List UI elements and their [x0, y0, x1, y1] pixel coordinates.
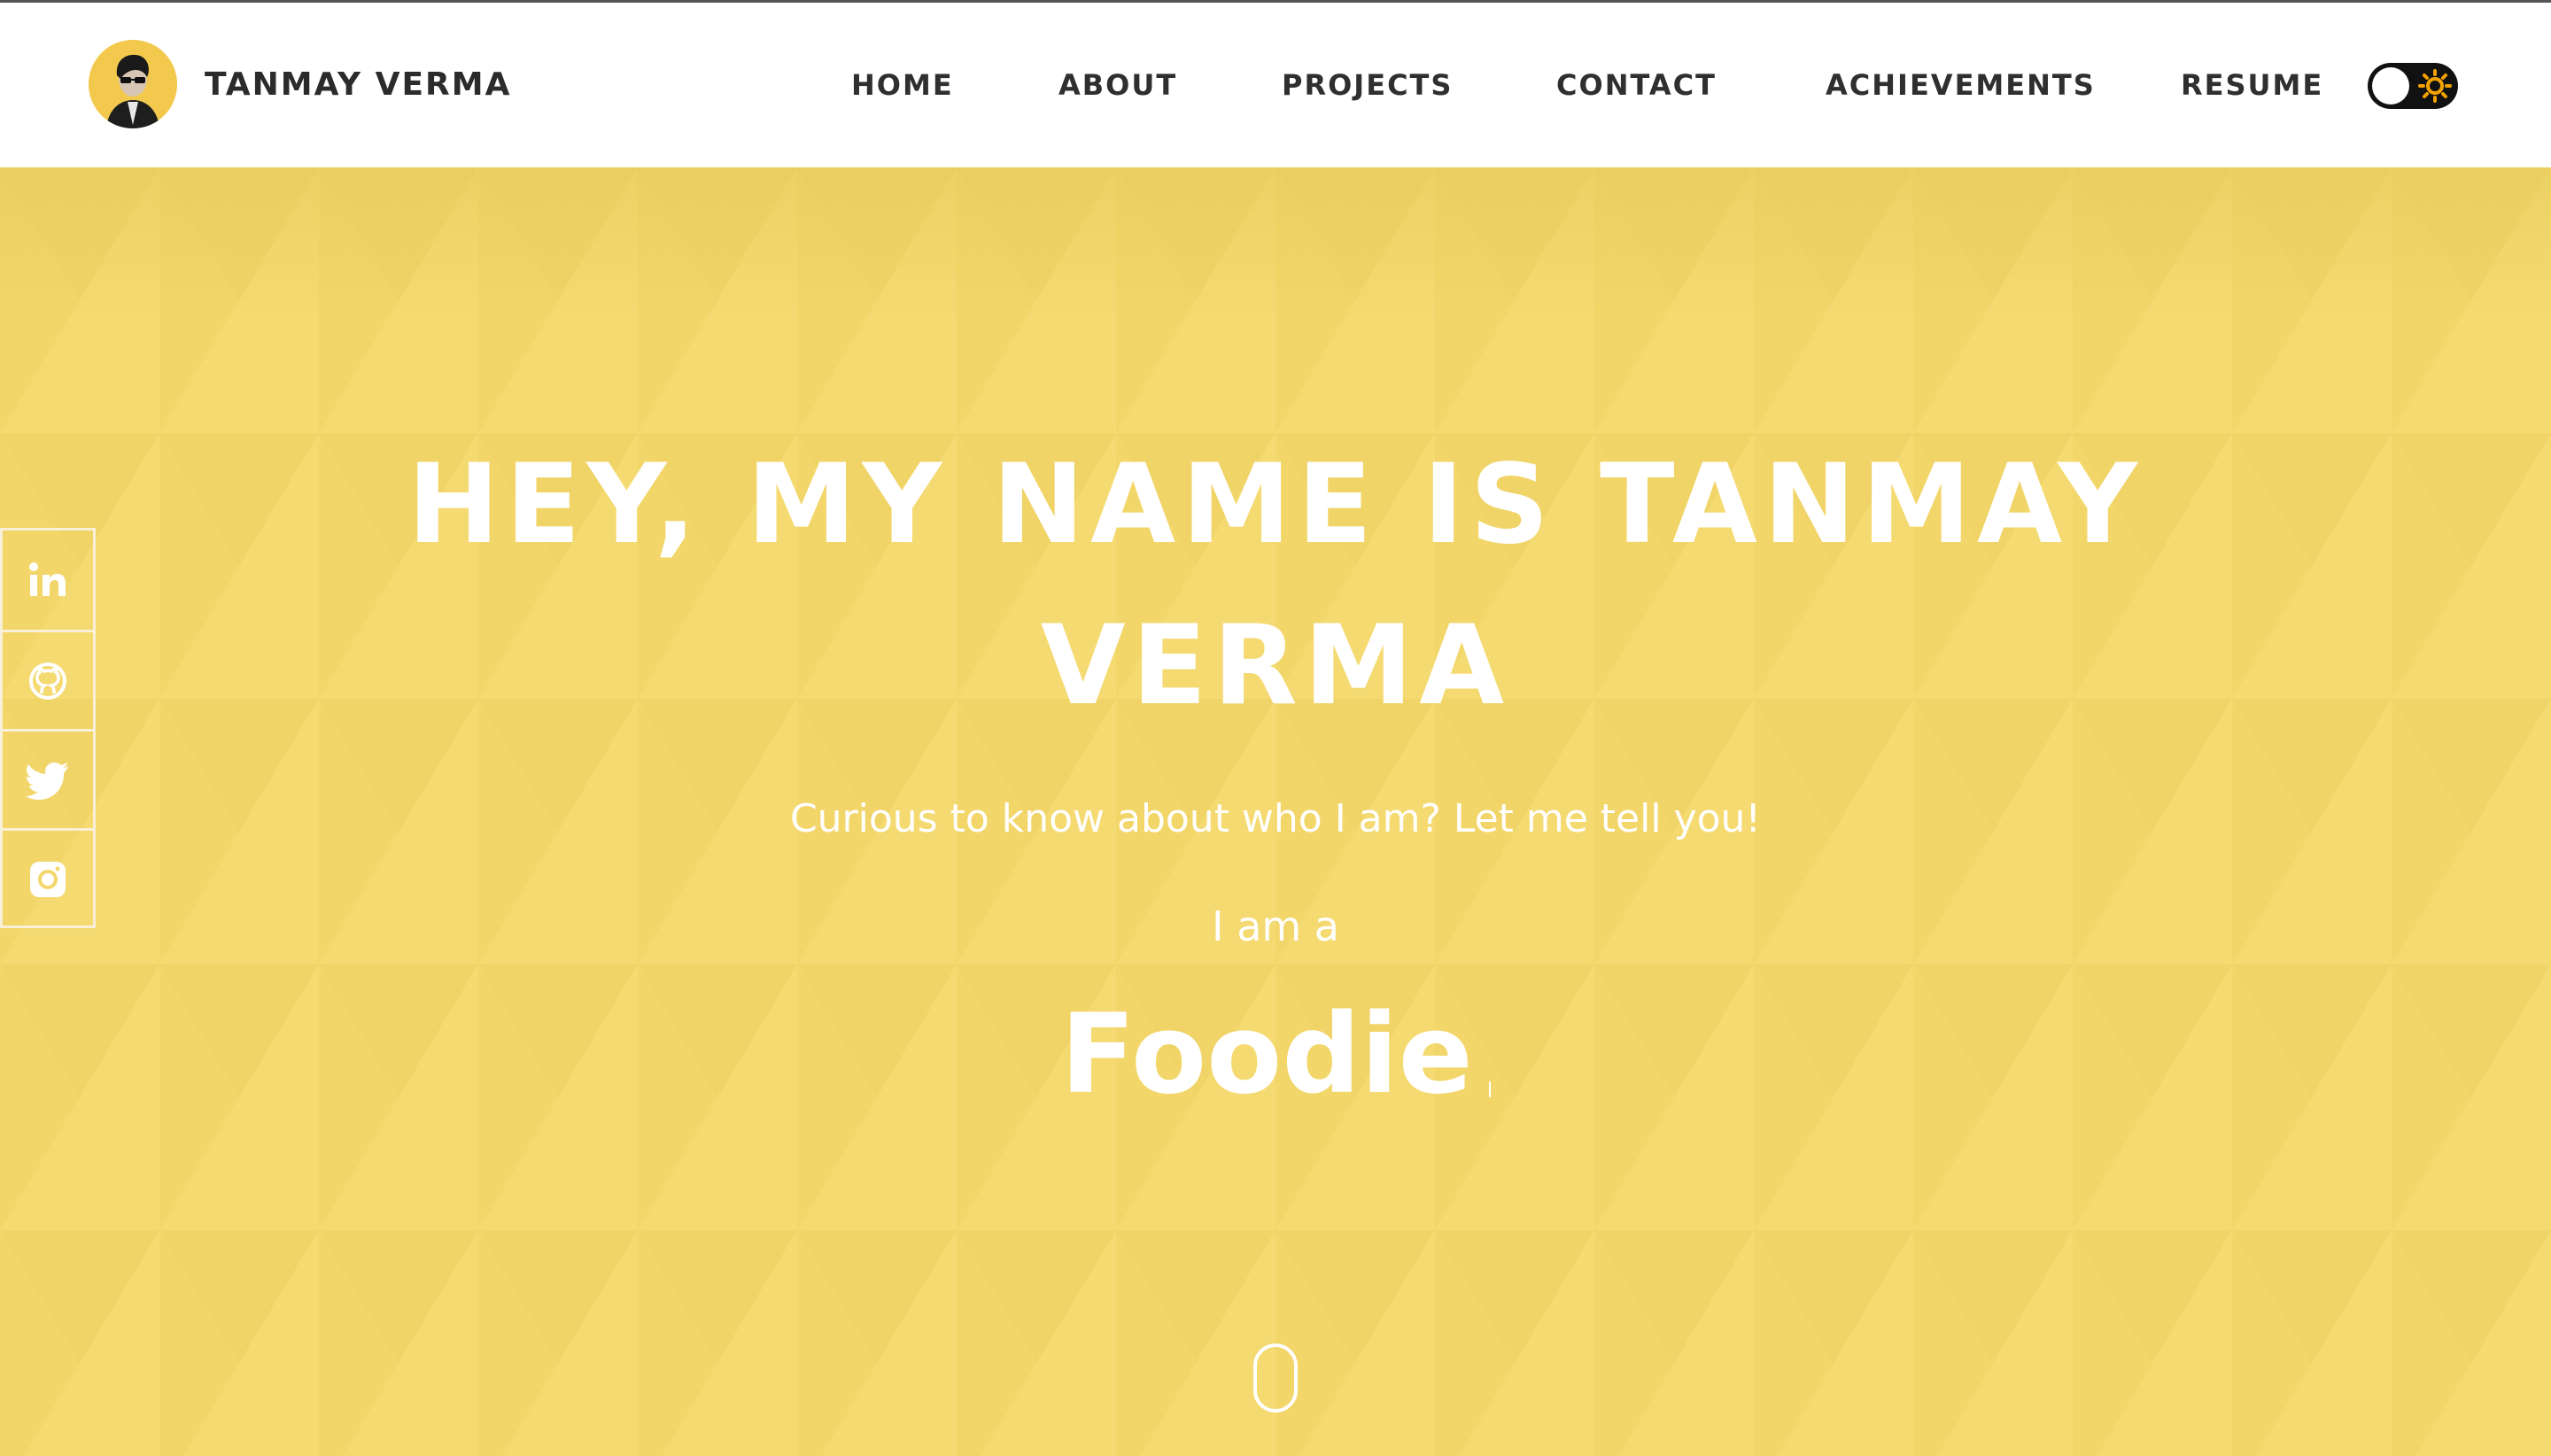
hero-title-line-1: HEY, MY NAME IS TANMAY	[407, 441, 2144, 569]
hero-title-line-2: VERMA	[1040, 602, 1511, 730]
nav-contact[interactable]: CONTACT	[1556, 68, 1717, 102]
nav-resume[interactable]: RESUME	[2181, 68, 2323, 102]
toggle-knob	[2372, 67, 2409, 105]
instagram-icon	[30, 861, 66, 897]
nav-home[interactable]: HOME	[851, 68, 954, 102]
site-header: TANMAY VERMA HOME ABOUT PROJECTS CONTACT…	[0, 3, 2551, 167]
theme-toggle[interactable]	[2368, 63, 2458, 109]
scroll-down-mouse-icon[interactable]	[1253, 1344, 1298, 1413]
typing-cursor	[1488, 1081, 1491, 1097]
twitter-icon	[26, 762, 68, 800]
social-sidebar	[0, 528, 96, 928]
nav-achievements[interactable]: ACHIEVEMENTS	[1826, 68, 2096, 102]
main-nav: HOME ABOUT PROJECTS CONTACT ACHIEVEMENTS…	[0, 3, 2551, 167]
hero-role-text: Foodie	[1060, 991, 1473, 1119]
social-instagram[interactable]	[3, 828, 93, 927]
nav-projects[interactable]: PROJECTS	[1282, 68, 1453, 102]
hero-section: HEY, MY NAME IS TANMAY VERMA Curious to …	[0, 167, 2551, 1456]
social-linkedin[interactable]	[3, 531, 93, 630]
social-twitter[interactable]	[3, 729, 93, 828]
github-icon	[29, 662, 66, 700]
hero-intro: I am a	[1212, 902, 1339, 950]
hero-role-typed: Foodie	[0, 991, 2551, 1119]
linkedin-icon	[29, 562, 66, 596]
social-github[interactable]	[3, 630, 93, 729]
hero-subtitle: Curious to know about who I am? Let me t…	[789, 796, 1762, 841]
nav-about[interactable]: ABOUT	[1058, 68, 1177, 102]
hero-title: HEY, MY NAME IS TANMAY VERMA	[0, 424, 2551, 747]
sun-icon	[2418, 69, 2452, 103]
